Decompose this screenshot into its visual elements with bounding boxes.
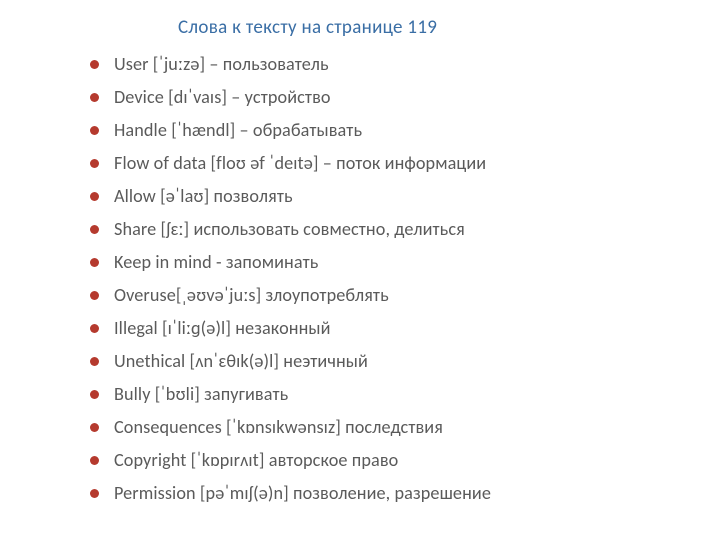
list-item: Overuse[ˌəʊvəˈjuːs] злоупотреблять xyxy=(100,284,676,307)
list-item: Copyright [ˈkɒpɪrʌɪt] авторское право xyxy=(100,449,676,472)
list-item: Device [dɪˈvaɪs] – устройство xyxy=(100,86,676,109)
list-item: Consequences [ˈkɒnsɪkwənsɪz] последствия xyxy=(100,416,676,439)
slide: Слова к тексту на странице 119 User [ˈju… xyxy=(0,0,720,540)
list-item: Bully [ˈbʊli] запугивать xyxy=(100,383,676,406)
list-item: Illegal [ɪˈliːɡ(ə)l] незаконный xyxy=(100,317,676,340)
list-item: Handle [ˈhændl] – обрабатывать xyxy=(100,119,676,142)
list-item: Keep in mind - запоминать xyxy=(100,251,676,274)
slide-title: Слова к тексту на странице 119 xyxy=(178,16,676,39)
vocabulary-list: User [ˈjuːzə] – пользователь Device [dɪˈ… xyxy=(100,53,676,505)
list-item: Unethical [ʌnˈɛθɪk(ə)l] неэтичный xyxy=(100,350,676,373)
list-item: Permission [pəˈmɪʃ(ə)n] позволение, разр… xyxy=(100,482,676,505)
list-item: Flow of data [floʊ əf ˈdeɪtə] – поток ин… xyxy=(100,152,676,175)
list-item: User [ˈjuːzə] – пользователь xyxy=(100,53,676,76)
list-item: Allow [əˈlaʊ] позволять xyxy=(100,185,676,208)
list-item: Share [ʃɛː] использовать совместно, дели… xyxy=(100,218,676,241)
